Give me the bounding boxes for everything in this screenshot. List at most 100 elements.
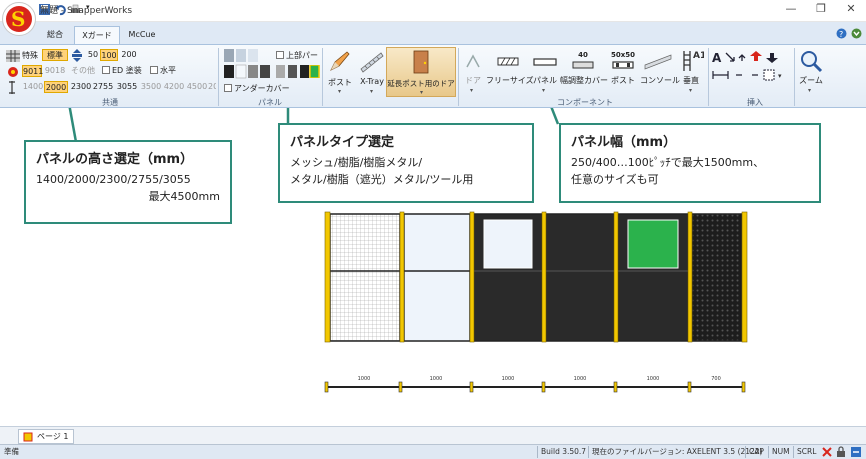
paint-color-icon[interactable]	[6, 66, 20, 78]
page-tab-bar: ページ 1	[0, 426, 866, 444]
height-step-icon[interactable]	[70, 49, 84, 62]
app-logo-icon[interactable]: S	[2, 2, 36, 36]
top-bar-checkbox[interactable]: 上部パー	[276, 50, 318, 61]
lock-icon[interactable]	[836, 446, 846, 458]
height-icon	[9, 81, 15, 94]
under-cover-checkbox[interactable]: アンダーカバー	[224, 83, 290, 94]
step-100-option[interactable]: 100	[100, 49, 118, 61]
height-2755-option[interactable]: 2755	[92, 81, 114, 93]
color-other-option[interactable]: その他	[68, 65, 98, 77]
height-2300-option[interactable]: 2300	[70, 81, 92, 93]
metal-panel[interactable]	[545, 213, 615, 342]
post-bar-icon	[612, 61, 634, 69]
window-title: 無題 - SnapperWorks	[40, 6, 133, 16]
panel-button[interactable]: パネル ▾	[530, 47, 560, 95]
restore-button[interactable]: ❐	[806, 0, 836, 20]
standard-option[interactable]: 標準	[42, 49, 68, 61]
mesh-panel[interactable]	[329, 213, 401, 342]
resin-panel[interactable]	[403, 213, 471, 342]
ed-coat-checkbox[interactable]: ED 塗装	[102, 65, 142, 76]
status-num: NUM	[768, 446, 792, 458]
status-cap: CAP	[745, 446, 767, 458]
status-build: Build 3.50.7	[537, 446, 587, 458]
step-200-option[interactable]: 200	[120, 49, 138, 61]
title-bar: S ▾ 無題 - SnapperWorks — ❐ ✕	[0, 0, 866, 36]
callout-panel-height-title: パネルの高さ選定（mm）	[36, 152, 194, 167]
door-button[interactable]: ドア ▾	[460, 47, 486, 95]
width-adjust-cover-button[interactable]: 40 幅調整カバー	[560, 47, 608, 95]
grid-style-icon[interactable]	[6, 50, 20, 62]
error-icon[interactable]	[822, 447, 832, 457]
group-label-insert: 挿入	[747, 98, 763, 107]
svg-text:A1: A1	[693, 51, 704, 61]
xtray-button[interactable]: X-Tray ▾	[356, 47, 388, 97]
free-size-icon	[497, 57, 519, 66]
height-1400-option[interactable]: 1400	[22, 81, 44, 93]
width-adjust-icon	[572, 61, 594, 69]
post-button[interactable]: ポスト ▾	[324, 47, 356, 97]
ribbon: 特殊 標準 50 100 200 9011 9018 その他 ED 塗装 水平 …	[0, 44, 866, 108]
callout-panel-type-line2: メタル/樹脂（遮光）メタル/ツール用	[290, 173, 474, 186]
ribbon-tab-bar: 総合 Xガード McCue ?	[0, 22, 866, 44]
page-icon	[23, 432, 33, 442]
component-post-button[interactable]: 50x50 ポスト	[606, 47, 640, 95]
panel-type-gallery[interactable]	[224, 49, 272, 79]
height-4500-option[interactable]: 4500	[186, 81, 208, 93]
close-button[interactable]: ✕	[836, 0, 866, 20]
callout-panel-width-line1: 250/400…100ﾋﾟｯﾁで最大1500mm、	[571, 156, 765, 169]
minimize-button[interactable]: —	[776, 0, 806, 20]
status-ready: 準備	[4, 447, 19, 456]
console-button[interactable]: コンソール	[640, 47, 680, 95]
door-outline-icon	[466, 54, 480, 68]
height-3500-option[interactable]: 3500	[140, 81, 162, 93]
insert-dimension-tools[interactable]: ▾	[712, 69, 792, 81]
tab-xguard[interactable]: Xガード	[74, 26, 120, 44]
console-icon	[644, 54, 672, 70]
callout-panel-width-title: パネル幅（mm）	[571, 135, 677, 150]
vertical-icon: A1	[683, 51, 704, 71]
callout-panel-type-line1: メッシュ/樹脂/樹脂メタル/	[290, 156, 423, 169]
color-9018-option[interactable]: 9018	[44, 65, 66, 77]
insert-shape-tools[interactable]: A	[712, 51, 792, 63]
drawing-canvas[interactable]: 1000 1000 1000 1000 1000 700 パネルの高さ選定（mm…	[0, 108, 866, 426]
dimension-6: 700	[711, 376, 721, 382]
dimension-5: 1000	[647, 376, 660, 382]
svg-text:A: A	[712, 51, 722, 63]
dimension-1: 1000	[358, 376, 371, 382]
svg-text:?: ?	[839, 30, 843, 39]
post-pen-icon	[330, 51, 350, 71]
dimension-3: 1000	[502, 376, 515, 382]
tab-general[interactable]: 総合	[38, 26, 72, 44]
callout-panel-height-line1: 1400/2000/2300/2755/3055	[36, 173, 191, 186]
page-tab-1[interactable]: ページ 1	[18, 429, 75, 444]
height-3055-option[interactable]: 3055	[116, 81, 138, 93]
callout-panel-height: パネルの高さ選定（mm） 1400/2000/2300/2755/3055 最大…	[24, 140, 232, 224]
callout-panel-type: パネルタイプ選定 メッシュ/樹脂/樹脂メタル/ メタル/樹脂（遮光）メタル/ツー…	[278, 123, 534, 203]
help-icon[interactable]: ?	[836, 28, 847, 39]
tool-panel[interactable]	[691, 213, 743, 342]
extension-door-button[interactable]: 延長ポスト用のドア ▾	[386, 47, 456, 97]
zoom-icon	[801, 51, 823, 73]
door-icon	[413, 50, 429, 74]
settings-status-icon[interactable]	[850, 446, 862, 458]
group-label-component: コンポーネント	[557, 98, 613, 107]
color-9011-option[interactable]: 9011	[22, 65, 43, 77]
horizontal-checkbox[interactable]: 水平	[150, 65, 176, 76]
step-50-option[interactable]: 50	[86, 49, 100, 61]
vertical-button[interactable]: A1 垂直 ▾	[676, 47, 706, 95]
special-option[interactable]: 特殊	[22, 50, 38, 61]
panel-type-gallery-2[interactable]	[276, 65, 320, 78]
height-2000-option[interactable]: 2000	[44, 81, 68, 93]
group-label-common: 共通	[102, 98, 118, 107]
zoom-button[interactable]: ズーム ▾	[796, 47, 826, 95]
height-custom-option[interactable]: 2000...	[208, 81, 216, 93]
free-size-button[interactable]: フリーサイズ	[486, 47, 534, 95]
panel-icon	[533, 58, 557, 66]
group-label-panel: パネル	[258, 98, 282, 107]
status-bar: 準備 Build 3.50.7 現在のファイルバージョン: AXELENT 3.…	[0, 444, 866, 459]
svg-text:▾: ▾	[778, 72, 782, 80]
dimension-2: 1000	[430, 376, 443, 382]
height-4200-option[interactable]: 4200	[163, 81, 185, 93]
tab-mccue[interactable]: McCue	[124, 26, 160, 44]
ribbon-options-icon[interactable]	[851, 28, 862, 39]
